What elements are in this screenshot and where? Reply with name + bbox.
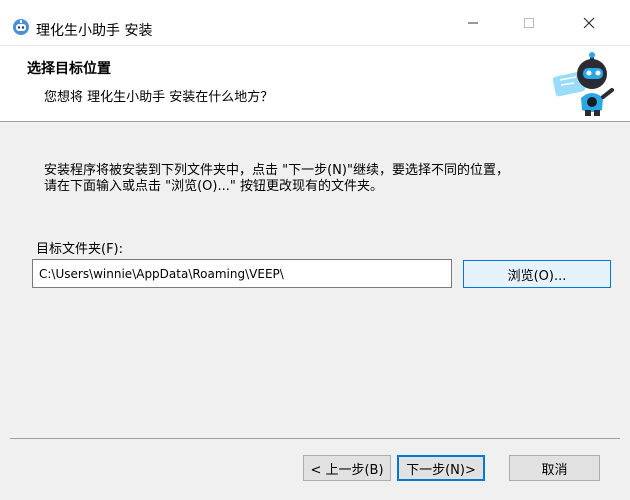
destination-folder-input[interactable]	[32, 259, 452, 288]
back-button[interactable]: < 上一步(B)	[303, 455, 391, 481]
instruction-text: 安装程序将被安装到下列文件夹中，点击 "下一步(N)"继续，要选择不同的位置， …	[44, 163, 509, 195]
close-icon	[583, 17, 595, 29]
instruction-line-2: 请在下面输入或点击 "浏览(O)..." 按钮更改现有的文件夹。	[44, 179, 383, 194]
instruction-line-1: 安装程序将被安装到下列文件夹中，点击 "下一步(N)"继续，要选择不同的位置，	[44, 163, 509, 178]
page-subtitle: 您想将 理化生小助手 安装在什么地方？	[44, 90, 274, 105]
close-button[interactable]	[566, 0, 612, 46]
robot-app-icon	[13, 19, 29, 35]
wizard-header: 选择目标位置 您想将 理化生小助手 安装在什么地方？	[0, 46, 630, 122]
footer-divider	[10, 438, 620, 439]
window-title: 理化生小助手 安装	[36, 23, 153, 39]
cancel-button[interactable]: 取消	[509, 455, 600, 481]
minimize-button[interactable]	[450, 0, 496, 46]
browse-button[interactable]: 浏览(O)...	[463, 260, 611, 288]
minimize-icon	[468, 22, 478, 24]
page-title: 选择目标位置	[27, 61, 111, 77]
folder-label: 目标文件夹(F):	[36, 242, 124, 257]
robot-mascot-icon	[552, 52, 614, 116]
maximize-icon	[524, 18, 534, 28]
next-button[interactable]: 下一步(N)>	[397, 455, 485, 481]
title-bar[interactable]: 理化生小助手 安装	[0, 0, 630, 46]
maximize-button[interactable]	[506, 0, 552, 46]
